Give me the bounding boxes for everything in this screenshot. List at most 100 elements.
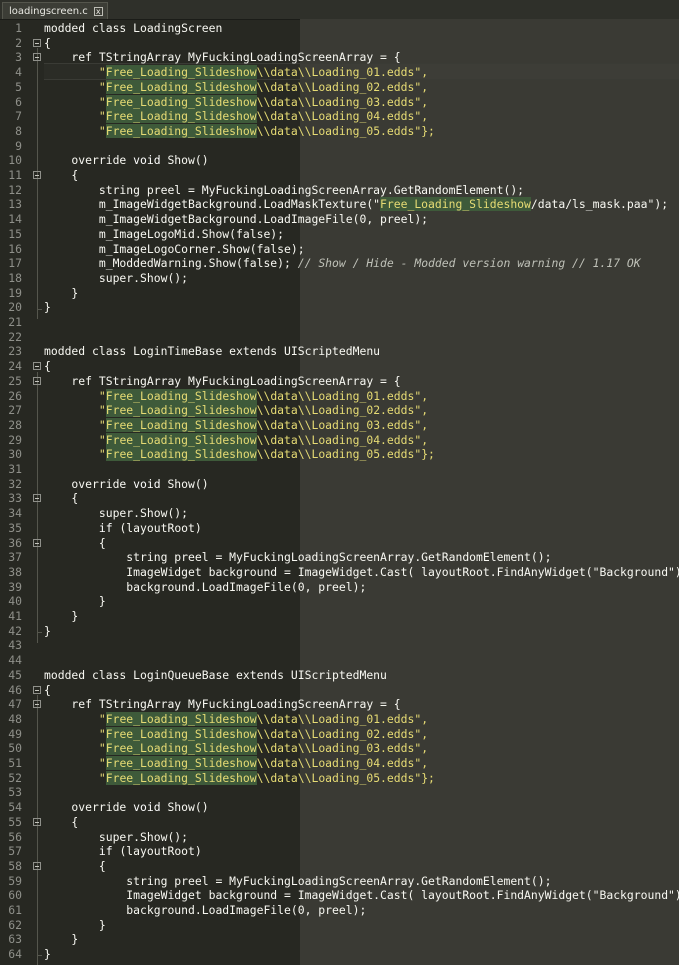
code-line[interactable]: 40 } xyxy=(0,594,679,609)
code-line[interactable]: 61 background.LoadImageFile(0, preel); xyxy=(0,903,679,918)
fold-toggle-icon[interactable] xyxy=(33,53,41,62)
fold-toggle-icon[interactable] xyxy=(33,38,41,47)
code-line[interactable]: 63 } xyxy=(0,932,679,947)
line-number: 41 xyxy=(8,609,22,623)
code-line[interactable]: 60 ImageWidget background = ImageWidget.… xyxy=(0,888,679,903)
code-line[interactable]: 16 m_ImageLogoCorner.Show(false); xyxy=(0,242,679,257)
code-text: "Free_Loading_Slideshow\\data\\Loading_0… xyxy=(44,447,435,462)
code-line[interactable]: 41 } xyxy=(0,609,679,624)
code-line[interactable]: 52 "Free_Loading_Slideshow\\data\\Loadin… xyxy=(0,770,679,786)
code-line[interactable]: 21 xyxy=(0,315,679,330)
line-number: 28 xyxy=(8,417,22,432)
code-token: m_ModdedWarning.Show(false); xyxy=(44,256,298,271)
code-line[interactable]: 58 { xyxy=(0,859,679,874)
code-line[interactable]: 6 "Free_Loading_Slideshow\\data\\Loading… xyxy=(0,94,679,110)
code-line[interactable]: 36 { xyxy=(0,536,679,551)
code-line[interactable]: 43 xyxy=(0,638,679,653)
code-line[interactable]: 19 } xyxy=(0,286,679,301)
code-line[interactable]: 29 "Free_Loading_Slideshow\\data\\Loadin… xyxy=(0,432,679,448)
code-line[interactable]: 30 "Free_Loading_Slideshow\\data\\Loadin… xyxy=(0,447,679,462)
code-line[interactable]: 44 xyxy=(0,653,679,668)
code-line[interactable]: 51 "Free_Loading_Slideshow\\data\\Loadin… xyxy=(0,756,679,771)
code-text: string preel = MyFuckingLoadingScreenArr… xyxy=(44,550,551,565)
code-token: void xyxy=(133,476,161,491)
code-line[interactable]: 14 m_ImageWidgetBackground.LoadImageFile… xyxy=(0,212,679,227)
code-line[interactable]: 10 override void Show() xyxy=(0,153,679,168)
code-line[interactable]: 7 "Free_Loading_Slideshow\\data\\Loading… xyxy=(0,109,679,124)
code-line[interactable]: 45 modded class LoginQueueBase extends UI… xyxy=(0,668,679,683)
line-number: 54 xyxy=(8,800,22,815)
fold-toggle-icon[interactable] xyxy=(33,171,41,179)
search-highlight: Free_Loading_Slideshow xyxy=(105,94,257,109)
code-line[interactable]: 9 xyxy=(0,139,679,154)
code-line[interactable]: 22 xyxy=(0,330,679,345)
code-line[interactable]: 46 { xyxy=(0,683,679,698)
code-line[interactable]: 33 { xyxy=(0,491,679,506)
code-line[interactable]: 23 modded class LoginTimeBase extends UIS… xyxy=(0,344,679,359)
code-line[interactable]: 42} xyxy=(0,624,679,639)
code-line[interactable]: 38 ImageWidget background = ImageWidget.… xyxy=(0,565,679,580)
fold-toggle-icon[interactable] xyxy=(33,494,41,503)
line-number: 47 xyxy=(8,697,22,712)
code-token: ImageWidget background = ImageWidget.Cas… xyxy=(44,888,679,903)
code-token: \\data\\Loading_05.edds"}; xyxy=(256,447,435,462)
code-line[interactable]: 3 ref TStringArray MyFuckingLoadingScree… xyxy=(0,50,679,65)
code-line[interactable]: 26 "Free_Loading_Slideshow\\data\\Loadin… xyxy=(0,388,679,404)
line-number: 50 xyxy=(8,741,22,756)
code-line[interactable]: 39 background.LoadImageFile(0, preel); xyxy=(0,580,679,595)
code-editor[interactable]: 1 modded class LoadingScreen 2{3 ref TStri… xyxy=(0,19,679,965)
code-line[interactable]: 37 string preel = MyFuckingLoadingScreen… xyxy=(0,550,679,565)
code-line[interactable]: 24 { xyxy=(0,359,679,374)
code-line[interactable]: 18 super.Show(); xyxy=(0,271,679,286)
code-line[interactable]: 15 m_ImageLogoMid.Show(false); xyxy=(0,227,679,242)
code-line[interactable]: 48 "Free_Loading_Slideshow\\data\\Loadin… xyxy=(0,711,679,727)
code-line[interactable]: 17 m_ModdedWarning.Show(false); // Show … xyxy=(0,256,679,271)
code-line[interactable]: 4 "Free_Loading_Slideshow\\data\\Loading… xyxy=(0,65,679,80)
code-line[interactable]: 57 if (layoutRoot) xyxy=(0,844,679,859)
code-line[interactable]: 34 super.Show(); xyxy=(0,506,679,521)
fold-toggle-icon[interactable] xyxy=(33,817,41,826)
code-line[interactable]: 62 } xyxy=(0,918,679,933)
code-line[interactable]: 5 "Free_Loading_Slideshow\\data\\Loading… xyxy=(0,79,679,95)
code-line[interactable]: 47 ref TStringArray MyFuckingLoadingScre… xyxy=(0,697,679,712)
code-line[interactable]: 59 string preel = MyFuckingLoadingScreen… xyxy=(0,874,679,889)
fold-toggle-icon[interactable] xyxy=(33,685,41,694)
code-line[interactable]: 35 if (layoutRoot) xyxy=(0,521,679,536)
code-line[interactable]: 12 string preel = MyFuckingLoadingScreen… xyxy=(0,183,679,198)
fold-toggle-icon[interactable] xyxy=(33,538,41,547)
code-text: } xyxy=(44,609,78,624)
fold-toggle-icon[interactable] xyxy=(33,700,41,709)
code-line[interactable]: 11 { xyxy=(0,168,679,183)
code-line[interactable]: 25 ref TStringArray MyFuckingLoadingScre… xyxy=(0,374,679,389)
code-line[interactable]: 54 override void Show() xyxy=(0,800,679,815)
code-line[interactable]: 20} xyxy=(0,300,679,315)
search-highlight: Free_Loading_Slideshow xyxy=(105,711,257,726)
code-line[interactable]: 1 modded class LoadingScreen xyxy=(0,21,679,36)
code-line[interactable]: 28 "Free_Loading_Slideshow\\data\\Loadin… xyxy=(0,417,679,433)
code-token: super.Show(); xyxy=(44,829,189,844)
fold-toggle-icon[interactable] xyxy=(33,376,41,385)
code-line[interactable]: 27 "Free_Loading_Slideshow\\data\\Loadin… xyxy=(0,403,679,418)
line-number: 39 xyxy=(8,579,22,594)
code-text: } xyxy=(44,918,106,933)
code-line[interactable]: 2{ xyxy=(0,36,679,51)
close-icon[interactable]: x xyxy=(93,6,103,16)
code-token: \\data\\Loading_01.edds", xyxy=(256,65,429,80)
fold-toggle-icon[interactable] xyxy=(33,861,41,870)
tab-loadingscreen[interactable]: loadingscreen.c x xyxy=(2,2,108,19)
code-line[interactable]: 31 xyxy=(0,462,679,477)
tab-title: loadingscreen.c xyxy=(9,5,88,17)
code-line[interactable]: 32 override void Show() xyxy=(0,477,679,492)
line-number: 59 xyxy=(8,873,22,888)
code-token: (layoutRoot) xyxy=(112,520,202,535)
code-line[interactable]: 55 { xyxy=(0,815,679,830)
line-number: 42 xyxy=(8,623,22,638)
code-line[interactable]: 49 "Free_Loading_Slideshow\\data\\Loadin… xyxy=(0,726,679,742)
code-line[interactable]: 64} xyxy=(0,947,679,962)
fold-toggle-icon[interactable] xyxy=(33,362,41,371)
code-line[interactable]: 53 xyxy=(0,785,679,800)
code-line[interactable]: 8 "Free_Loading_Slideshow\\data\\Loading… xyxy=(0,123,679,139)
code-line[interactable]: 13 m_ImageWidgetBackground.LoadMaskTextu… xyxy=(0,197,679,212)
code-line[interactable]: 50 "Free_Loading_Slideshow\\data\\Loadin… xyxy=(0,741,679,756)
code-line[interactable]: 56 super.Show(); xyxy=(0,830,679,845)
